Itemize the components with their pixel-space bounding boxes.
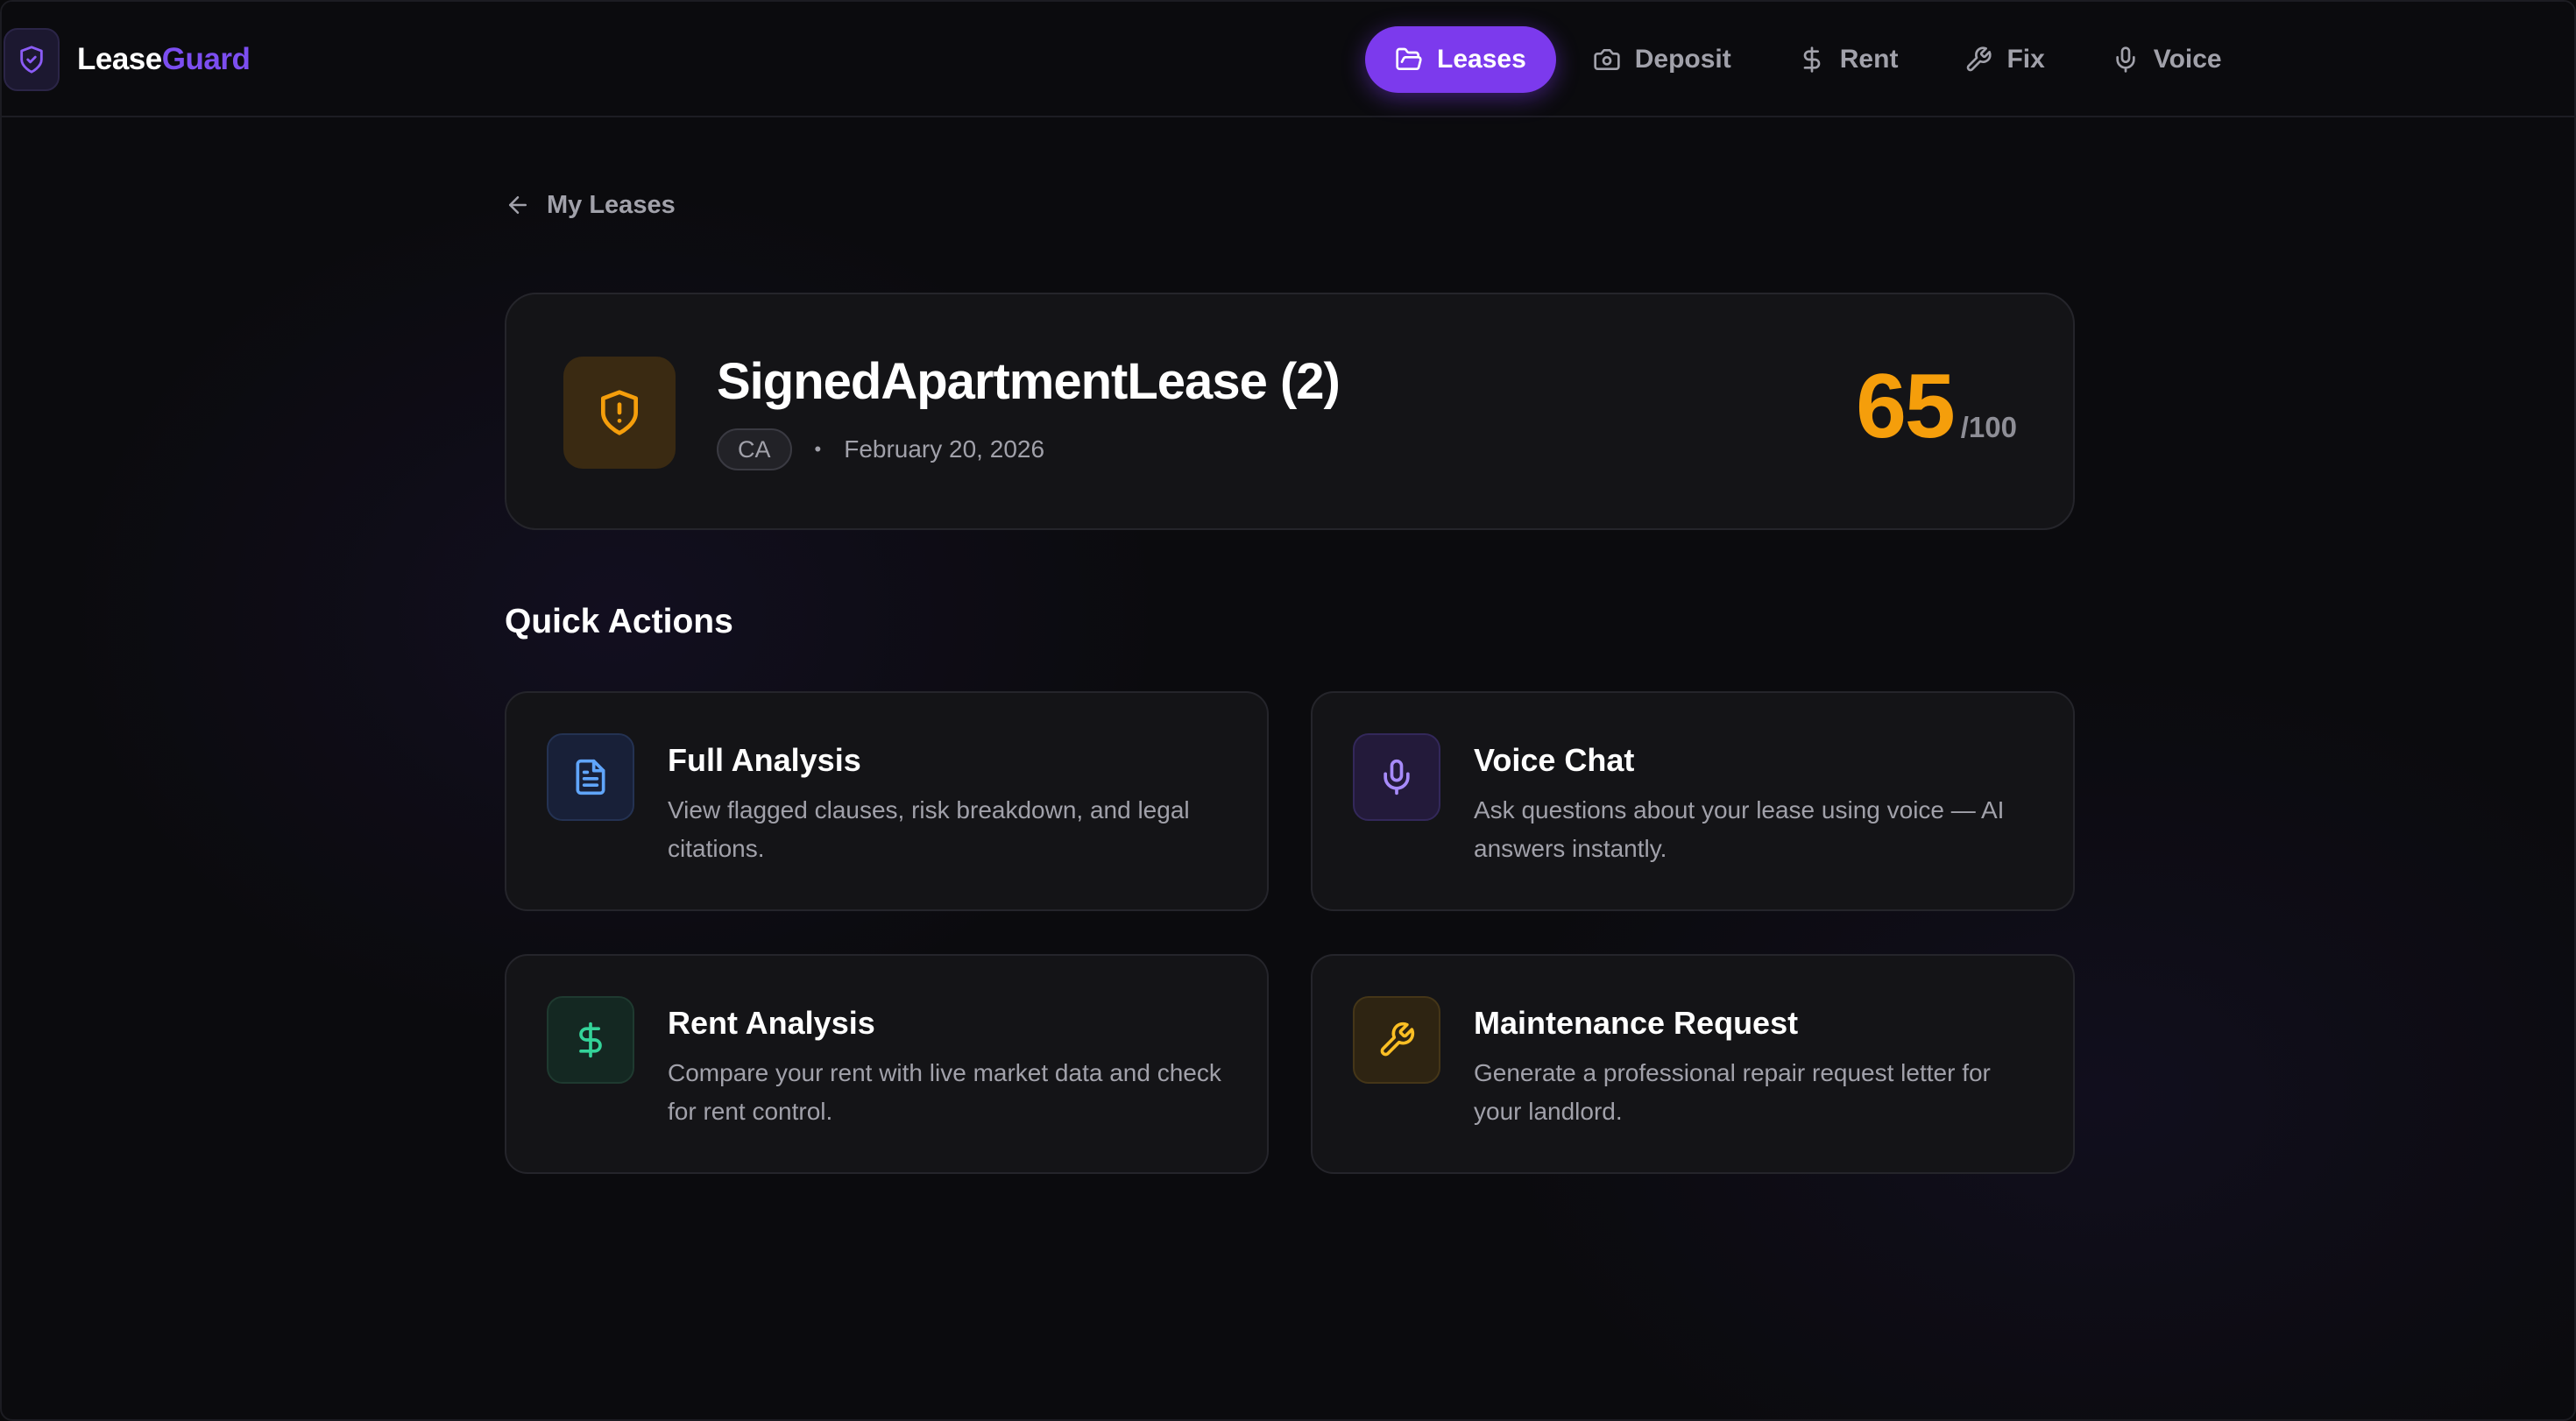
action-description: Generate a professional repair request l… (1474, 1059, 1991, 1125)
lease-title: SignedApartmentLease (2) (717, 353, 1341, 410)
nav-item-voice[interactable]: Voice (2082, 26, 2252, 93)
action-title: Maintenance Request (1474, 1005, 1799, 1041)
action-description: View flagged clauses, risk breakdown, an… (668, 796, 1190, 862)
nav-item-deposit[interactable]: Deposit (1563, 26, 1761, 93)
brand-name-part2: Guard (161, 42, 251, 76)
nav-label: Fix (2006, 45, 2045, 74)
nav-item-rent[interactable]: Rent (1768, 26, 1928, 93)
brand[interactable]: LeaseGuard (4, 28, 251, 91)
back-link[interactable]: My Leases (505, 187, 676, 223)
dollar-icon (1803, 46, 1821, 73)
nav-label: Rent (1839, 45, 1899, 74)
brand-name-part1: Lease (77, 42, 162, 76)
folder-open-icon (1396, 47, 1422, 70)
action-title: Voice Chat (1474, 742, 1635, 778)
action-description: Ask questions about your lease using voi… (1474, 796, 2005, 862)
dollar-icon (547, 996, 634, 1084)
action-card-maintenance-request[interactable]: Maintenance Request Generate a professio… (1311, 954, 2075, 1174)
top-bar: LeaseGuard Leases Deposit Rent Fix Voice (2, 2, 2574, 117)
file-text-icon (547, 733, 634, 821)
action-card-rent-analysis[interactable]: Rent Analysis Compare your rent with liv… (505, 954, 1269, 1174)
risk-score: 65 /100 (1856, 361, 2017, 452)
state-badge: CA (717, 428, 792, 470)
nav-label: Voice (2153, 45, 2222, 74)
quick-actions-title: Quick Actions (505, 603, 733, 640)
nav-label: Deposit (1634, 45, 1731, 74)
nav-label: Leases (1437, 45, 1526, 74)
action-title: Rent Analysis (668, 1005, 875, 1041)
main-nav: Leases Deposit Rent Fix Voice (1365, 26, 2259, 93)
nav-item-leases[interactable]: Leases (1365, 26, 1556, 93)
lease-meta: CA • February 20, 2026 (717, 428, 1044, 471)
nav-item-fix[interactable]: Fix (1935, 26, 2074, 93)
shield-alert-icon (563, 357, 676, 469)
action-description: Compare your rent with live market data … (668, 1059, 1221, 1125)
action-card-voice-chat[interactable]: Voice Chat Ask questions about your leas… (1311, 691, 2075, 911)
camera-icon (1594, 49, 1620, 70)
risk-score-max: /100 (1960, 411, 2017, 443)
risk-score-value: 65 (1856, 356, 1956, 457)
action-card-full-analysis[interactable]: Full Analysis View flagged clauses, risk… (505, 691, 1269, 911)
lease-summary-card: SignedApartmentLease (2) CA • February 2… (505, 293, 2075, 530)
wrench-icon (1353, 996, 1440, 1084)
arrow-left-icon (509, 196, 527, 214)
meta-separator: • (814, 438, 822, 460)
shield-check-icon (4, 28, 60, 91)
lease-date: February 20, 2026 (844, 435, 1045, 463)
brand-name: LeaseGuard (77, 42, 251, 77)
action-title: Full Analysis (668, 742, 861, 778)
wrench-icon (1967, 46, 1992, 72)
mic-icon (2116, 46, 2135, 73)
back-link-label: My Leases (547, 190, 676, 219)
app-window: LeaseGuard Leases Deposit Rent Fix Voice… (0, 0, 2576, 1421)
mic-icon (1353, 733, 1440, 821)
